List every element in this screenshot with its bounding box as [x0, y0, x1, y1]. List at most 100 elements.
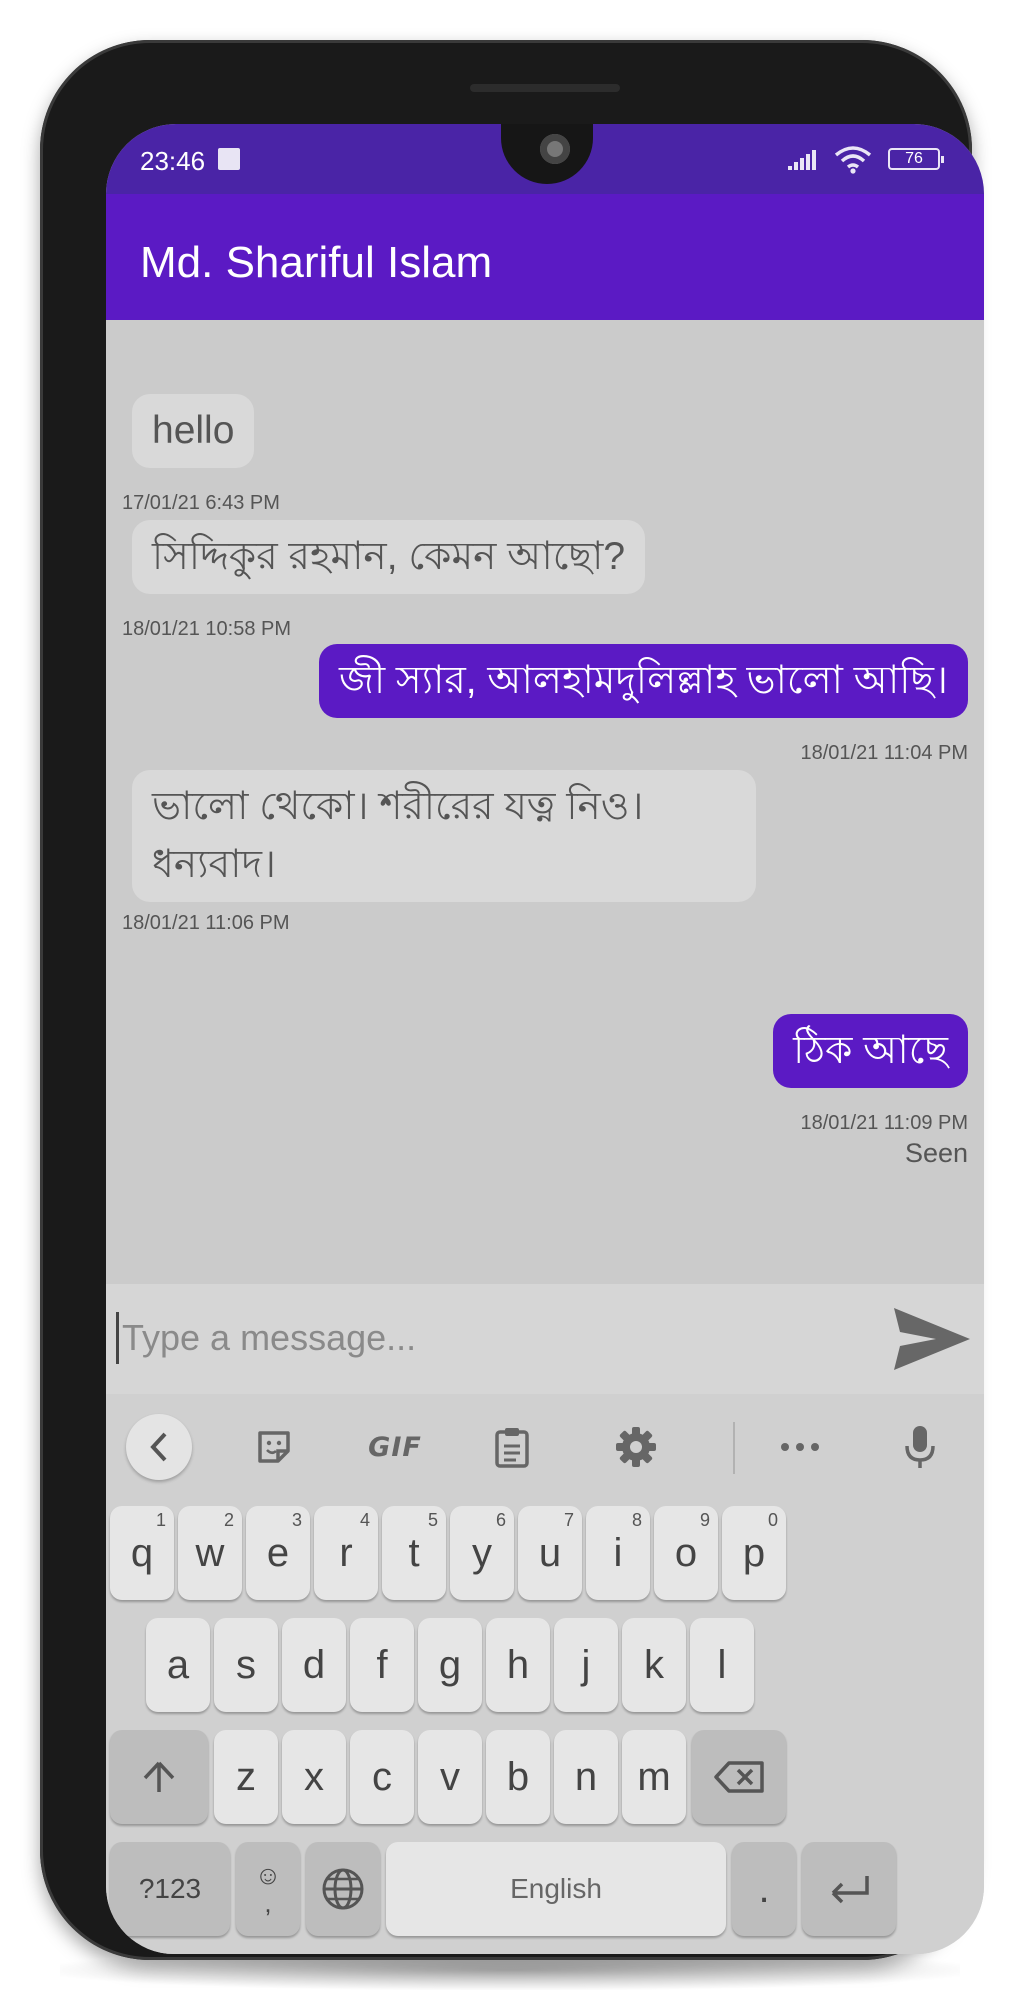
period-key[interactable]: .	[732, 1842, 796, 1936]
smiley-icon: ☺	[254, 1860, 282, 1890]
keyboard: GIF q 1 w 2 e 3 r 4 t 5 y 6 u 7 i 8 o 9 …	[106, 1394, 984, 1954]
message-timestamp: 18/01/21 10:58 PM	[122, 618, 292, 640]
screen: 23:46 76 Md. Shariful Islam hello 17/01/…	[106, 124, 984, 1954]
key-label: z	[236, 1754, 256, 1799]
key-label: .	[758, 1866, 770, 1911]
message-text: hello	[152, 409, 235, 452]
key-hint: 2	[223, 1510, 234, 1530]
key-i[interactable]: i8	[586, 1506, 650, 1600]
message-text-line: ভালো থেকো। শরীরের যত্ন নিও।	[152, 785, 644, 828]
key-label: l	[717, 1642, 727, 1687]
keyboard-back-button[interactable]	[126, 1414, 192, 1480]
key-label: i	[613, 1530, 623, 1575]
language-key[interactable]	[306, 1842, 380, 1936]
key-r[interactable]: r4	[314, 1506, 378, 1600]
key-hint: 1	[155, 1510, 166, 1530]
gif-button[interactable]: GIF	[356, 1416, 434, 1478]
app-bar: Md. Shariful Islam	[106, 194, 984, 320]
status-bar: 23:46 76	[106, 124, 984, 194]
symbols-key[interactable]: ?123	[110, 1842, 230, 1936]
key-hint: 0	[767, 1510, 778, 1530]
key-x[interactable]: x	[282, 1730, 346, 1824]
microphone-icon	[905, 1426, 935, 1468]
key-label: m	[637, 1754, 671, 1799]
key-label: q	[130, 1530, 154, 1575]
key-f[interactable]: f	[350, 1618, 414, 1712]
shift-key[interactable]	[110, 1730, 208, 1824]
key-y[interactable]: y6	[450, 1506, 514, 1600]
key-label: d	[302, 1642, 326, 1687]
key-g[interactable]: g	[418, 1618, 482, 1712]
message-bubble-outgoing[interactable]: ঠিক আছে	[773, 1014, 968, 1088]
key-label: f	[376, 1642, 388, 1687]
chat-area[interactable]: hello 17/01/21 6:43 PM সিদ্দিকুর রহমান, …	[106, 320, 984, 1278]
message-bubble-outgoing[interactable]: জী স্যার, আলহামদুলিল্লাহ ভালো আছি।	[319, 644, 968, 718]
globe-icon	[322, 1868, 364, 1910]
key-hint: 5	[427, 1510, 438, 1530]
key-label: e	[266, 1530, 290, 1575]
backspace-key[interactable]	[692, 1730, 786, 1824]
key-hint: 3	[291, 1510, 302, 1530]
key-label: n	[574, 1754, 598, 1799]
backspace-icon	[714, 1761, 764, 1793]
key-j[interactable]: j	[554, 1618, 618, 1712]
key-label: c	[372, 1754, 392, 1799]
key-label: y	[472, 1530, 492, 1575]
signal-icon	[788, 148, 820, 170]
voice-input-button[interactable]	[886, 1416, 954, 1478]
key-label: ?123	[138, 1873, 202, 1904]
key-v[interactable]: v	[418, 1730, 482, 1824]
message-text: জী স্যার, আলহামদুলিল্লাহ ভালো আছি।	[339, 659, 948, 702]
key-hint: 8	[631, 1510, 642, 1530]
key-m[interactable]: m	[622, 1730, 686, 1824]
key-a[interactable]: a	[146, 1618, 210, 1712]
key-label: u	[538, 1530, 562, 1575]
key-w[interactable]: w2	[178, 1506, 242, 1600]
sticker-button[interactable]	[240, 1416, 308, 1478]
message-composer	[106, 1284, 984, 1394]
settings-button[interactable]	[602, 1416, 670, 1478]
clipboard-icon	[495, 1428, 529, 1468]
message-input[interactable]	[122, 1308, 882, 1368]
clipboard-button[interactable]	[478, 1416, 546, 1478]
send-icon[interactable]	[892, 1306, 972, 1372]
key-hint: 4	[359, 1510, 370, 1530]
message-bubble-incoming[interactable]: ভালো থেকো। শরীরের যত্ন নিও। ধন্যবাদ।	[132, 770, 756, 902]
key-b[interactable]: b	[486, 1730, 550, 1824]
sd-card-icon	[218, 148, 240, 170]
key-label: w	[195, 1530, 225, 1575]
enter-arrow-icon	[831, 1876, 869, 1904]
message-bubble-incoming[interactable]: সিদ্দিকুর রহমান, কেমন আছো?	[132, 520, 646, 594]
space-bar[interactable]: English	[386, 1842, 726, 1936]
gif-label: GIF	[368, 1431, 422, 1463]
message-timestamp: 18/01/21 11:09 PM	[800, 1112, 968, 1134]
emoji-comma-key[interactable]: ☺ ,	[236, 1842, 300, 1936]
key-k[interactable]: k	[622, 1618, 686, 1712]
key-label: j	[581, 1642, 591, 1687]
seen-status: Seen	[904, 1138, 968, 1168]
contact-name-title: Md. Shariful Islam	[140, 238, 493, 287]
key-z[interactable]: z	[214, 1730, 278, 1824]
key-p[interactable]: p0	[722, 1506, 786, 1600]
key-h[interactable]: h	[486, 1618, 550, 1712]
key-n[interactable]: n	[554, 1730, 618, 1824]
chevron-left-icon	[150, 1432, 167, 1462]
key-s[interactable]: s	[214, 1618, 278, 1712]
key-t[interactable]: t5	[382, 1506, 446, 1600]
key-label: t	[408, 1530, 420, 1575]
key-u[interactable]: u7	[518, 1506, 582, 1600]
gear-icon	[616, 1427, 656, 1467]
key-label: h	[506, 1642, 530, 1687]
key-label: v	[440, 1754, 460, 1799]
key-d[interactable]: d	[282, 1618, 346, 1712]
key-label: b	[506, 1754, 530, 1799]
key-o[interactable]: o9	[654, 1506, 718, 1600]
key-e[interactable]: e3	[246, 1506, 310, 1600]
key-l[interactable]: l	[690, 1618, 754, 1712]
key-c[interactable]: c	[350, 1730, 414, 1824]
battery-icon: 76	[888, 148, 944, 170]
more-options-button[interactable]	[766, 1416, 834, 1478]
message-bubble-incoming[interactable]: hello	[132, 394, 255, 468]
key-q[interactable]: q1	[110, 1506, 174, 1600]
enter-key[interactable]	[802, 1842, 896, 1936]
